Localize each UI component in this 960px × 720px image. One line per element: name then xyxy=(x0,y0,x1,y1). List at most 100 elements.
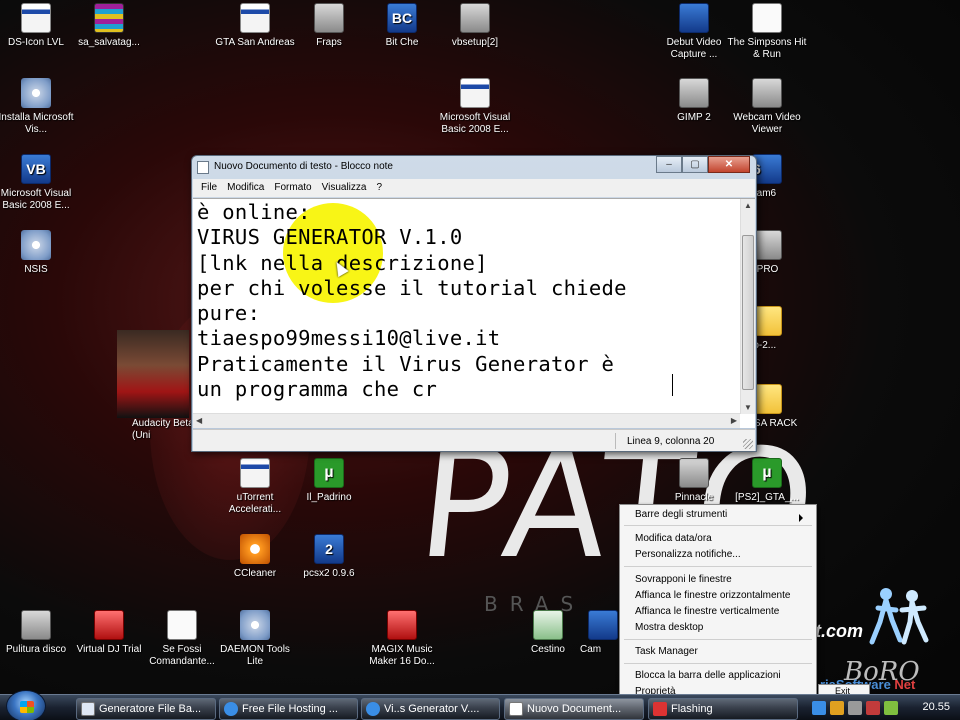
system-tray: 20.55 xyxy=(808,697,960,719)
menu-item-date-time[interactable]: Modifica data/ora xyxy=(635,533,712,544)
gimp-icon xyxy=(679,78,709,108)
desktop-icon-nsis[interactable]: NSIS xyxy=(0,230,77,276)
desktop-icon-il-padrino[interactable]: µ Il_Padrino xyxy=(288,458,370,504)
archive-icon xyxy=(94,3,124,33)
desktop-icon-utorrent-accelerator[interactable]: uTorrent Accelerati... xyxy=(214,458,296,516)
scroll-down-icon[interactable]: ▼ xyxy=(744,403,752,412)
notepad-icon xyxy=(509,702,523,716)
pinnacle-icon xyxy=(679,458,709,488)
desktop-icon-cestino[interactable]: Cestino xyxy=(507,610,589,656)
desktop-icon-sa-salvataggi[interactable]: sa_salvatag... xyxy=(68,3,150,49)
desktop-icon-pulitura-disco[interactable]: Pulitura disco xyxy=(0,610,77,656)
scroll-right-icon[interactable]: ▶ xyxy=(731,416,737,425)
text-editor-area[interactable]: è online: VIRUS GENERATOR V.1.0 [lnk nel… xyxy=(193,198,755,428)
clock[interactable]: 20.55 xyxy=(922,701,950,713)
windows-logo-icon xyxy=(20,701,34,713)
window-icon xyxy=(460,78,490,108)
vertical-scrollbar[interactable]: ▲ ▼ xyxy=(740,199,755,414)
menu-formato[interactable]: Formato xyxy=(270,179,315,197)
desktop-icon-gimp[interactable]: GIMP 2 xyxy=(653,78,735,124)
taskbar-button-nuovo-documento[interactable]: Nuovo Document... xyxy=(504,698,644,720)
minimize-button[interactable]: – xyxy=(656,156,682,173)
cursor-position: Linea 9, colonna 20 xyxy=(627,436,715,447)
football-players-logo xyxy=(869,588,929,645)
magix-icon xyxy=(387,610,417,640)
desktop-icon-bit-che[interactable]: BC Bit Che xyxy=(361,3,443,49)
notepad-window[interactable]: Nuovo Documento di testo - Blocco note –… xyxy=(191,155,757,452)
disk-cleanup-icon xyxy=(21,610,51,640)
menu-item-task-manager[interactable]: Task Manager xyxy=(635,646,698,657)
submenu-arrow-icon xyxy=(799,514,803,522)
desktop-icon-virtual-dj[interactable]: Virtual DJ Trial xyxy=(68,610,150,656)
desktop-icon-magix-music-maker[interactable]: MAGIX Music Maker 16 Do... xyxy=(361,610,443,668)
menu-item-tile-vertical[interactable]: Affianca le finestre verticalmente xyxy=(635,606,779,617)
desktop-icon-visual-basic-2008[interactable]: Microsoft Visual Basic 2008 E... xyxy=(434,78,516,136)
scroll-up-icon[interactable]: ▲ xyxy=(744,201,752,210)
daemon-tools-icon xyxy=(240,610,270,640)
desktop-icon-visual-basic-express[interactable]: VB Microsoft Visual Basic 2008 E... xyxy=(0,154,77,212)
menu-item-notifications[interactable]: Personalizza notifiche... xyxy=(635,549,741,560)
desktop-icon-pcsx2[interactable]: 2 pcsx2 0.9.6 xyxy=(288,534,370,580)
window-icon xyxy=(81,702,95,716)
scroll-left-icon[interactable]: ◀ xyxy=(196,416,202,425)
ie-icon xyxy=(224,702,238,716)
video-capture-icon xyxy=(679,3,709,33)
tray-app-icon[interactable] xyxy=(830,701,844,715)
window-icon xyxy=(240,3,270,33)
maximize-button[interactable]: ▢ xyxy=(682,156,708,173)
desktop-icon-vbsetup[interactable]: vbsetup[2] xyxy=(434,3,516,49)
desktop-icon-debut-video-capture[interactable]: Debut Video Capture ... xyxy=(653,3,735,61)
desktop-icon-ds-icon-lvl[interactable]: DS-Icon LVL xyxy=(0,3,77,49)
desktop-icon-installa-microsoft[interactable]: Installa Microsoft Vis... xyxy=(0,78,77,136)
vb-icon: VB xyxy=(21,154,51,184)
menu-item-lock-taskbar[interactable]: Blocca la barra delle applicazioni xyxy=(635,670,781,681)
tray-app-icon[interactable] xyxy=(866,701,880,715)
bitche-icon: BC xyxy=(387,3,417,33)
volume-icon[interactable] xyxy=(884,701,898,715)
wallpaper-photo xyxy=(117,330,189,418)
desktop-icon-pinnacle[interactable]: Pinnacle xyxy=(653,458,735,504)
desktop-icon-webcam-video-viewer[interactable]: Webcam Video Viewer xyxy=(726,78,808,136)
taskbar-button-virus-generator[interactable]: Vi..s Generator V.... xyxy=(361,698,500,720)
document-icon xyxy=(167,610,197,640)
status-bar: Linea 9, colonna 20 xyxy=(193,429,755,451)
utorrent-icon: µ xyxy=(314,458,344,488)
close-button[interactable]: ✕ xyxy=(708,156,750,173)
desktop-icon-simpsons-hit-run[interactable]: The Simpsons Hit & Run xyxy=(726,3,808,61)
desktop-icon-fraps[interactable]: Fraps xyxy=(288,3,370,49)
desktop-icon-gta-san-andreas[interactable]: GTA San Andreas xyxy=(214,3,296,49)
desktop-icon-ps2-gta[interactable]: µ [PS2]_GTA_... xyxy=(726,458,808,504)
taskbar-button-generatore[interactable]: Generatore File Ba... xyxy=(76,698,216,720)
menu-item-show-desktop[interactable]: Mostra desktop xyxy=(635,622,703,633)
document-text[interactable]: è online: VIRUS GENERATOR V.1.0 [lnk nel… xyxy=(197,200,732,402)
menu-modifica[interactable]: Modifica xyxy=(223,179,268,197)
menu-item-tile-horizontal[interactable]: Affianca le finestre orizzontalmente xyxy=(635,590,790,601)
network-icon[interactable] xyxy=(812,701,826,715)
menu-help[interactable]: ? xyxy=(372,179,386,197)
taskbar-button-flashing[interactable]: Flashing xyxy=(648,698,798,720)
desktop-icon-daemon-tools[interactable]: DAEMON Tools Lite xyxy=(214,610,296,668)
start-button[interactable] xyxy=(6,690,46,720)
menu-file[interactable]: File xyxy=(197,179,221,197)
taskbar-context-menu: Barre degli strumenti Modifica data/ora … xyxy=(619,504,817,700)
taskbar-button-free-file-hosting[interactable]: Free File Hosting ... xyxy=(219,698,358,720)
window-icon xyxy=(240,458,270,488)
desktop-icon-ccleaner[interactable]: CCleaner xyxy=(214,534,296,580)
tray-app-icon[interactable] xyxy=(848,701,862,715)
status-separator xyxy=(615,433,616,449)
desktop-icon-cam[interactable]: Cam xyxy=(580,610,620,656)
scrollbar-thumb[interactable] xyxy=(742,235,754,390)
menu-item-cascade[interactable]: Sovrapponi le finestre xyxy=(635,574,732,585)
flashing-icon xyxy=(653,702,667,716)
menu-separator xyxy=(624,639,812,640)
text-caret xyxy=(672,374,673,396)
resize-grip[interactable] xyxy=(743,439,753,449)
desktop-icon-se-fossi-comandante[interactable]: Se Fossi Comandante... xyxy=(141,610,223,668)
window-icon xyxy=(21,3,51,33)
window-controls: – ▢ ✕ xyxy=(656,156,750,173)
menu-item-toolbars[interactable]: Barre degli strumenti xyxy=(635,509,811,522)
horizontal-scrollbar[interactable]: ◀ ▶ xyxy=(193,413,740,428)
ccleaner-icon xyxy=(240,534,270,564)
menu-separator xyxy=(624,566,812,567)
menu-visualizza[interactable]: Visualizza xyxy=(318,179,371,197)
